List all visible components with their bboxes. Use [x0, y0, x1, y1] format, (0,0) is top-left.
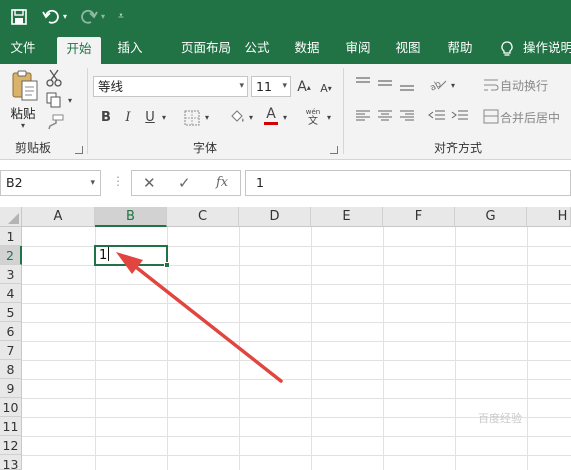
cut-icon[interactable]: [46, 69, 62, 87]
phonetic-dropdown-icon[interactable]: ▾: [325, 112, 333, 122]
copy-dropdown-icon[interactable]: ▾: [66, 95, 74, 105]
orientation-dropdown-icon[interactable]: ▾: [449, 80, 457, 90]
format-painter-icon[interactable]: [46, 114, 64, 130]
undo-icon[interactable]: [42, 7, 60, 27]
name-box-dropdown-icon[interactable]: ▾: [90, 171, 95, 195]
borders-icon[interactable]: [184, 110, 200, 126]
tell-me-search[interactable]: 操作说明: [523, 34, 571, 64]
align-center-icon[interactable]: [377, 109, 393, 123]
font-name-combo[interactable]: 等线 ▾: [93, 76, 248, 97]
lightbulb-icon: [501, 41, 513, 56]
underline-button[interactable]: U: [142, 108, 158, 126]
wrap-text-icon[interactable]: [483, 77, 499, 93]
tab-view[interactable]: 视图: [387, 34, 429, 64]
align-right-icon[interactable]: [399, 109, 415, 123]
borders-dropdown-icon[interactable]: ▾: [203, 112, 211, 122]
formula-bar-buttons: ✕ ✓ fx: [131, 170, 241, 196]
ribbon-home: 粘贴 ▾ ▾ 剪贴板 等线 ▾ 11 ▾ A ▴ A ▾ B I U ▾ ▾ ▾…: [0, 64, 571, 160]
formula-input[interactable]: 1: [245, 170, 571, 196]
name-box[interactable]: B2 ▾: [0, 170, 101, 196]
wrap-text-button[interactable]: 自动换行: [500, 76, 552, 94]
name-box-value: B2: [6, 175, 23, 190]
grow-font-label: A: [297, 79, 307, 95]
font-size-combo[interactable]: 11 ▾: [251, 76, 291, 97]
font-name-value: 等线: [98, 79, 124, 94]
middle-align-icon[interactable]: [377, 76, 393, 90]
align-left-icon[interactable]: [355, 109, 371, 123]
font-color-label: A: [266, 106, 276, 122]
italic-button[interactable]: I: [120, 108, 136, 126]
alignment-group-label: 对齐方式: [433, 141, 482, 155]
font-dialog-launcher-icon[interactable]: [330, 146, 338, 154]
insert-function-icon[interactable]: fx: [216, 175, 228, 190]
merge-center-button[interactable]: 合并后居中: [500, 108, 568, 126]
enter-icon[interactable]: ✓: [178, 174, 191, 192]
tab-home[interactable]: 开始: [57, 37, 101, 64]
font-name-dropdown-icon[interactable]: ▾: [239, 77, 244, 96]
paste-icon[interactable]: [10, 69, 40, 103]
redo-icon[interactable]: [80, 7, 98, 27]
tab-formulas[interactable]: 公式: [236, 34, 278, 64]
worksheet-grid[interactable]: A B C D E F G H 1 2 3 4 5 6 7 8 9 10 11 …: [0, 207, 571, 470]
fill-color-dropdown-icon[interactable]: ▾: [247, 112, 255, 122]
ribbon-tabs: 文件 开始 插入 页面布局 公式 数据 审阅 视图 帮助 操作说明: [0, 34, 571, 64]
fill-color-icon[interactable]: [228, 108, 246, 126]
paste-dropdown-icon[interactable]: ▾: [17, 120, 29, 130]
paste-button[interactable]: 粘贴: [7, 104, 39, 121]
font-size-value: 11: [256, 79, 272, 94]
font-group-label: 字体: [192, 141, 217, 155]
increase-indent-icon[interactable]: [451, 109, 469, 123]
copy-icon[interactable]: [46, 92, 62, 108]
bold-button[interactable]: B: [98, 108, 114, 126]
tab-review[interactable]: 审阅: [337, 34, 379, 64]
cancel-icon[interactable]: ✕: [143, 174, 156, 192]
clipboard-dialog-launcher-icon[interactable]: [75, 146, 83, 154]
merge-center-icon[interactable]: [483, 109, 499, 124]
orientation-icon[interactable]: ab: [428, 76, 448, 92]
font-color-swatch: [264, 122, 278, 125]
tab-insert[interactable]: 插入: [109, 34, 151, 64]
title-bar: ▾ ▾ ⩡: [0, 0, 571, 34]
customize-qat-icon[interactable]: ⩡: [116, 7, 126, 27]
shrink-font-label: A: [320, 81, 328, 95]
annotation-arrow: [116, 252, 283, 383]
font-size-dropdown-icon[interactable]: ▾: [282, 77, 287, 96]
tab-file[interactable]: 文件: [0, 34, 46, 64]
formula-bar-grip-icon[interactable]: ⋮: [112, 174, 124, 188]
save-icon[interactable]: [10, 7, 28, 27]
decrease-indent-icon[interactable]: [428, 109, 446, 123]
underline-dropdown-icon[interactable]: ▾: [160, 112, 168, 122]
watermark-text: 百度经验: [478, 412, 522, 425]
group-separator: [87, 68, 88, 154]
tab-help[interactable]: 帮助: [439, 34, 481, 64]
bottom-align-icon[interactable]: [399, 78, 415, 92]
phonetic-guide-button[interactable]: wén 文: [304, 106, 322, 128]
redo-dropdown-icon[interactable]: ▾: [99, 7, 107, 27]
shrink-font-button[interactable]: A ▾: [318, 80, 334, 96]
phonetic-bottom-label: 文: [308, 116, 318, 127]
clipboard-group-label: 剪贴板: [14, 141, 51, 155]
grow-font-button[interactable]: A ▴: [296, 78, 312, 96]
undo-dropdown-icon[interactable]: ▾: [61, 7, 69, 27]
tab-data[interactable]: 数据: [286, 34, 328, 64]
font-color-dropdown-icon[interactable]: ▾: [281, 112, 289, 122]
group-separator: [343, 68, 344, 154]
top-align-icon[interactable]: [355, 76, 371, 90]
font-color-button[interactable]: A: [263, 106, 279, 126]
formula-bar: B2 ▾ ⋮ ✕ ✓ fx 1: [0, 170, 571, 196]
